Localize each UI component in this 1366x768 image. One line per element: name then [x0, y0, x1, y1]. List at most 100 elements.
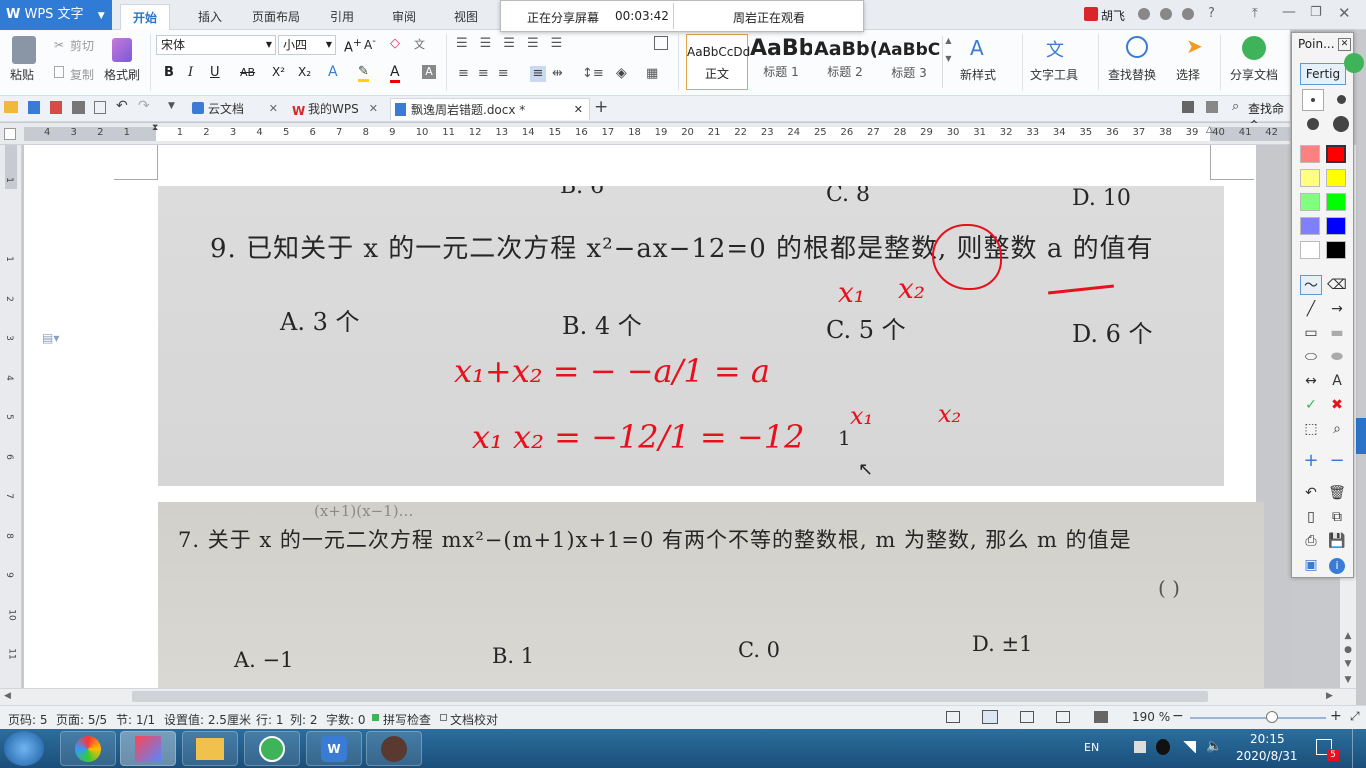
web-view-icon[interactable]: [1056, 711, 1070, 723]
share-doc-button[interactable]: 分享文档: [1230, 66, 1278, 83]
print-icon[interactable]: ⎙: [1300, 531, 1322, 551]
style-normal[interactable]: AaBbCcDd 正文: [686, 34, 750, 90]
close-tab-icon[interactable]: ✕: [574, 99, 583, 121]
style-heading3[interactable]: AaBbC 标题 3: [878, 34, 940, 90]
screen-icon[interactable]: ▣: [1300, 555, 1322, 575]
superscript-icon[interactable]: X²: [272, 65, 285, 79]
select-cursor-icon[interactable]: ➤: [1186, 34, 1203, 58]
format-painter-button[interactable]: 格式刷: [104, 66, 140, 83]
tab-my-wps[interactable]: W 我的WPS ✕: [288, 98, 384, 120]
zoom-slider-thumb[interactable]: [1266, 711, 1278, 723]
paragraph-mark-icon[interactable]: ▤▾: [42, 331, 59, 345]
taskbar-colorful-app[interactable]: [60, 731, 116, 766]
print-preview-icon[interactable]: [94, 101, 106, 114]
pen-size-small-button[interactable]: [1302, 89, 1324, 111]
pen-size-xl-button[interactable]: [1330, 113, 1352, 135]
bold-icon[interactable]: B: [164, 65, 174, 80]
save-icon[interactable]: 💾: [1326, 531, 1348, 551]
align-icons[interactable]: ≡≡≡: [458, 66, 518, 81]
font-color-icon[interactable]: A: [390, 64, 400, 83]
close-icon[interactable]: ✕: [1338, 4, 1351, 22]
cross-icon[interactable]: ✖: [1326, 395, 1348, 415]
char-shading-icon[interactable]: A: [422, 65, 436, 79]
zoom-in-icon[interactable]: +: [1330, 708, 1342, 724]
document-page[interactable]: ▤▾ B. 6 C. 8 D. 10 9. 已知关于 x 的一元二次方程 x²−…: [24, 145, 1264, 688]
font-size-select[interactable]: 小四 ▼: [278, 35, 336, 55]
scroll-left-icon[interactable]: ◀: [4, 691, 11, 701]
trash-icon[interactable]: 🗑: [1326, 483, 1348, 503]
highlight-icon[interactable]: ✎: [358, 64, 369, 82]
shrink-font-icon[interactable]: A-: [364, 36, 376, 52]
text-tools-icon[interactable]: 文: [1046, 36, 1064, 62]
pdf-icon[interactable]: [50, 101, 62, 114]
zoom-level[interactable]: 190 %: [1132, 710, 1170, 724]
color-swatch[interactable]: [1326, 241, 1346, 259]
new-tab-icon[interactable]: +: [594, 97, 608, 117]
skin-icon[interactable]: [1138, 8, 1150, 20]
clock-date[interactable]: 2020/8/31: [1236, 749, 1298, 763]
redo-icon[interactable]: ↷: [138, 98, 150, 114]
volume-icon[interactable]: 🔈: [1206, 739, 1222, 754]
taskbar-360-app[interactable]: [244, 731, 300, 766]
italic-icon[interactable]: I: [188, 65, 193, 80]
close-tab-icon[interactable]: ✕: [269, 98, 278, 120]
new-style-button[interactable]: 新样式: [960, 66, 996, 83]
arrow-tool-icon[interactable]: →: [1326, 299, 1348, 319]
taskbar-avatar-app[interactable]: [366, 731, 422, 766]
double-arrow-icon[interactable]: ↔: [1300, 371, 1322, 391]
sync-icon[interactable]: [1182, 8, 1194, 20]
tab-view[interactable]: 视图: [442, 4, 490, 30]
color-swatch[interactable]: [1326, 145, 1346, 163]
side-panel-toggle[interactable]: [1356, 418, 1366, 454]
search-icon[interactable]: ⌕: [1232, 99, 1239, 114]
fit-icon[interactable]: ⤢: [1350, 709, 1360, 724]
select-browse-icon[interactable]: ●: [1342, 645, 1354, 655]
tab-insert[interactable]: 插入: [186, 4, 234, 30]
user-name[interactable]: 胡飞: [1101, 7, 1125, 24]
filled-rect-icon[interactable]: ▬: [1326, 323, 1348, 343]
color-swatch[interactable]: [1300, 169, 1320, 187]
restore-window-icon[interactable]: [1182, 101, 1194, 113]
rectangle-tool-icon[interactable]: ▭: [1300, 323, 1322, 343]
share-icon[interactable]: [1242, 36, 1266, 60]
info-icon[interactable]: i: [1326, 555, 1348, 575]
filled-ellipse-icon[interactable]: ⬬: [1326, 347, 1348, 367]
shading-icon[interactable]: ◈: [616, 65, 627, 81]
find-replace-button[interactable]: 查找替换: [1108, 66, 1156, 83]
read-mode-icon[interactable]: [1094, 711, 1108, 723]
horizontal-scrollbar[interactable]: ◀ ▶: [0, 688, 1356, 705]
page-view-icon[interactable]: [982, 710, 998, 724]
app-menu-button[interactable]: W WPS 文字 ▼: [0, 0, 112, 30]
select-area-icon[interactable]: ⬚: [1300, 419, 1322, 439]
clock-time[interactable]: 20:15: [1250, 732, 1285, 746]
underline-icon[interactable]: U: [210, 65, 220, 80]
format-painter-icon[interactable]: [112, 38, 132, 62]
distribute-icon[interactable]: ⇹: [552, 66, 563, 81]
font-family-select[interactable]: 宋体 ▼: [156, 35, 276, 55]
print-icon[interactable]: [72, 101, 85, 114]
zoom-out-icon[interactable]: −: [1172, 708, 1184, 724]
zoom-in-tool-icon[interactable]: +: [1300, 451, 1322, 471]
color-swatch[interactable]: [1300, 193, 1320, 211]
taskbar-wps[interactable]: W: [306, 731, 362, 766]
freehand-pen-icon[interactable]: 〜: [1300, 275, 1322, 295]
start-button[interactable]: [4, 731, 44, 766]
justify-icon[interactable]: ≡: [530, 66, 546, 82]
tab-current-doc[interactable]: 飘逸周岩错题.docx * ✕: [390, 98, 590, 120]
vertical-ruler[interactable]: 1123456789101112: [0, 145, 22, 699]
tab-cloud-docs[interactable]: 云文档 ✕: [188, 98, 284, 120]
pinyin-icon[interactable]: 文: [414, 36, 425, 52]
help-icon[interactable]: ?: [1208, 6, 1215, 21]
done-button[interactable]: Fertig: [1300, 63, 1346, 85]
paste-button[interactable]: 粘贴: [10, 66, 34, 83]
network-icon[interactable]: [1182, 741, 1196, 753]
pen-size-large-button[interactable]: [1302, 113, 1324, 135]
strikethrough-icon[interactable]: AB: [240, 66, 255, 79]
undo-icon[interactable]: ↶: [116, 98, 128, 114]
show-desktop-button[interactable]: [1352, 729, 1366, 768]
scroll-down-icon[interactable]: ▼: [1342, 675, 1354, 685]
new-page-icon[interactable]: ▯: [1300, 507, 1322, 527]
status-word-count[interactable]: 字数: 0: [326, 711, 366, 728]
zoom-tool-icon[interactable]: ⌕: [1326, 419, 1348, 439]
status-proofread[interactable]: 文档校对: [450, 711, 498, 728]
